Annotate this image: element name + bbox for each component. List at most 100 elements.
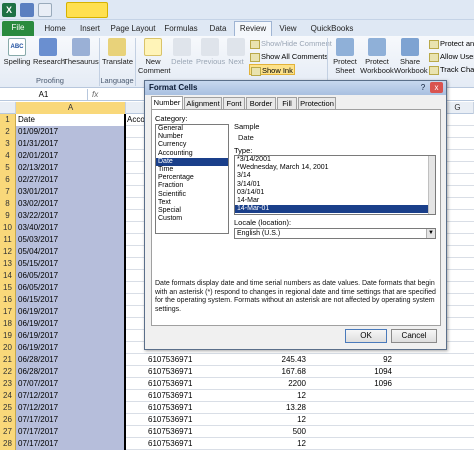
type-item[interactable]: 03/14/01 — [235, 189, 435, 197]
cell-c[interactable]: 12 — [250, 438, 306, 450]
row-number[interactable]: 12 — [0, 246, 16, 258]
row-number[interactable]: 9 — [0, 210, 16, 222]
cell-a[interactable]: 07/17/2017 — [16, 426, 126, 438]
tab-protection[interactable]: Protection — [298, 97, 336, 109]
cell-b[interactable]: 6107536971 — [148, 414, 208, 426]
cell-a[interactable]: 06/19/2017 — [16, 342, 126, 354]
row-number[interactable]: 23 — [0, 378, 16, 390]
share-workbook-button[interactable]: Share Workbook — [394, 38, 428, 75]
cell-d[interactable] — [350, 438, 392, 450]
row-number[interactable]: 1 — [0, 114, 16, 126]
row-number[interactable]: 16 — [0, 294, 16, 306]
row-number[interactable]: 10 — [0, 222, 16, 234]
tab-view[interactable]: View — [276, 22, 300, 36]
cell-a[interactable]: 07/12/2017 — [16, 402, 126, 414]
row-number[interactable]: 11 — [0, 234, 16, 246]
cell-b[interactable]: 6107536971 — [148, 426, 208, 438]
category-item[interactable]: General — [156, 125, 228, 133]
cell-a[interactable]: 03/22/2017 — [16, 210, 126, 222]
cell-a[interactable]: 06/19/2017 — [16, 318, 126, 330]
locale-select[interactable]: English (U.S.) ▼ — [234, 228, 436, 239]
tab-fill[interactable]: Fill — [277, 97, 297, 109]
category-item[interactable]: Number — [156, 133, 228, 141]
cell-a[interactable]: 03/02/2017 — [16, 198, 126, 210]
cell-d[interactable] — [350, 402, 392, 414]
select-all-corner[interactable] — [0, 102, 16, 114]
tab-review[interactable]: Review — [234, 21, 272, 36]
row-number[interactable]: 13 — [0, 258, 16, 270]
cell-b[interactable]: 6107536971 — [148, 378, 208, 390]
cell-a[interactable]: 02/01/2017 — [16, 150, 126, 162]
new-comment-button[interactable]: New Comment — [138, 38, 171, 75]
tab-quickbooks[interactable]: QuickBooks — [306, 22, 358, 36]
research-button[interactable]: Research — [33, 38, 65, 66]
row-number[interactable]: 20 — [0, 342, 16, 354]
track-changes-button[interactable]: Track Chan — [428, 64, 474, 75]
row-number[interactable]: 25 — [0, 402, 16, 414]
cell-a[interactable]: 06/05/2017 — [16, 282, 126, 294]
row-number[interactable]: 5 — [0, 162, 16, 174]
category-item[interactable]: Custom — [156, 215, 228, 223]
row-number[interactable]: 2 — [0, 126, 16, 138]
category-item[interactable]: Time — [156, 166, 228, 174]
row-number[interactable]: 22 — [0, 366, 16, 378]
category-item[interactable]: Fraction — [156, 182, 228, 190]
cell-d[interactable]: 1096 — [350, 378, 392, 390]
column-header-b[interactable] — [126, 102, 146, 114]
tab-alignment[interactable]: Alignment — [184, 97, 222, 109]
category-item[interactable]: Currency — [156, 141, 228, 149]
category-item[interactable]: Scientific — [156, 191, 228, 199]
cell-b[interactable]: 6107536971 — [148, 366, 208, 378]
thesaurus-button[interactable]: Thesaurus — [63, 38, 99, 66]
row-number[interactable]: 3 — [0, 138, 16, 150]
type-item[interactable]: 14-Mar-01 — [235, 205, 435, 214]
cell-c[interactable]: 2200 — [250, 378, 306, 390]
show-hide-comment-button[interactable]: Show/Hide Comment — [249, 38, 332, 49]
category-item[interactable]: Accounting — [156, 150, 228, 158]
type-item[interactable]: 14-Mar — [235, 197, 435, 205]
cell-a[interactable]: 06/19/2017 — [16, 330, 126, 342]
protect-and-share-button[interactable]: Protect and — [428, 38, 474, 49]
cell-d[interactable] — [350, 426, 392, 438]
show-all-comments-button[interactable]: Show All Comments — [249, 51, 328, 62]
row-number[interactable]: 27 — [0, 426, 16, 438]
cell-a[interactable]: 06/05/2017 — [16, 270, 126, 282]
cell-c[interactable]: 12 — [250, 390, 306, 402]
cell-b[interactable]: 6107536971 — [148, 402, 208, 414]
protect-workbook-button[interactable]: Protect Workbook — [360, 38, 394, 75]
tab-file[interactable]: File — [2, 21, 34, 36]
name-box[interactable]: A1 — [0, 89, 88, 101]
cell-a[interactable]: 02/27/2017 — [16, 174, 126, 186]
category-item[interactable]: Percentage — [156, 174, 228, 182]
help-icon[interactable]: ? — [418, 83, 428, 93]
protect-sheet-button[interactable]: Protect Sheet — [330, 38, 360, 75]
ok-button[interactable]: OK — [345, 329, 387, 343]
function-icon[interactable]: fx — [92, 89, 112, 101]
cell-a[interactable]: 03/40/2017 — [16, 222, 126, 234]
cell-a[interactable]: 03/01/2017 — [16, 186, 126, 198]
cell-a[interactable]: 02/13/2017 — [16, 162, 126, 174]
cell-a[interactable]: 01/09/2017 — [16, 126, 126, 138]
cell-b[interactable]: 6107536971 — [148, 354, 208, 366]
row-number[interactable]: 7 — [0, 186, 16, 198]
cell-a[interactable]: 07/17/2017 — [16, 438, 126, 450]
cell-a[interactable]: 05/15/2017 — [16, 258, 126, 270]
cell-a[interactable]: 06/15/2017 — [16, 294, 126, 306]
tab-number[interactable]: Number — [151, 96, 183, 109]
cancel-button[interactable]: Cancel — [391, 329, 437, 343]
row-number[interactable]: 17 — [0, 306, 16, 318]
row-number[interactable]: 14 — [0, 270, 16, 282]
undo-icon[interactable] — [38, 3, 52, 17]
cell-a[interactable]: 07/17/2017 — [16, 414, 126, 426]
cell-a[interactable]: 05/04/2017 — [16, 246, 126, 258]
cell-d[interactable] — [350, 390, 392, 402]
row-number[interactable]: 19 — [0, 330, 16, 342]
cell-a[interactable]: 06/28/2017 — [16, 366, 126, 378]
highlighted-toolbar-button[interactable] — [66, 2, 108, 18]
allow-users-button[interactable]: Allow User — [428, 51, 474, 62]
category-list[interactable]: General Number Currency Accounting Date Time P… — [155, 124, 229, 234]
save-icon[interactable] — [20, 3, 34, 17]
dialog-title[interactable]: Format Cells — [145, 81, 446, 95]
type-list[interactable]: *3/14/2001 *Wednesday, March 14, 2001 3/14… — [234, 155, 436, 215]
show-ink-button[interactable]: Show Ink — [249, 64, 295, 76]
